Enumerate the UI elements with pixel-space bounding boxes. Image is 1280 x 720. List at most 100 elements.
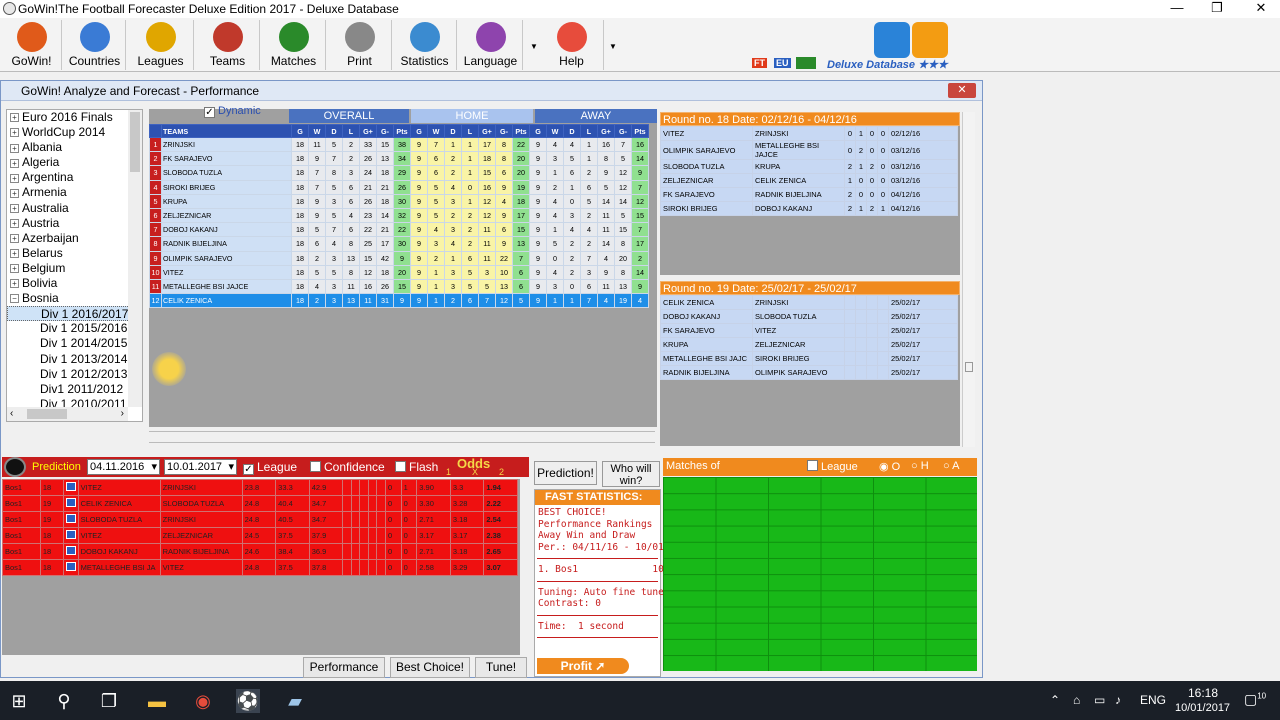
prediction-row[interactable]: Bos1 18 DOBOJ KAKANJ RADNIK BIJELJINA 24.6 38… xyxy=(2,543,518,560)
expand-icon[interactable]: + xyxy=(10,203,19,213)
battery-icon[interactable]: ▭ xyxy=(1094,693,1105,707)
minimize-button[interactable]: — xyxy=(1160,0,1194,18)
standings-row[interactable]: 9 OLIMPIK SARAJEVO 18 2 3 13 15 42 9 9 2 1 6 11 22 7 9 0 2… xyxy=(149,250,649,266)
toolbar-gowin-button[interactable]: GoWin! xyxy=(2,20,62,70)
analyze-close-button[interactable]: ✕ xyxy=(948,83,976,98)
fixture-row[interactable]: RADNIK BIJELJINA OLIMPIK SARAJEVO 25/02/17 xyxy=(660,365,958,380)
confidence-checkbox[interactable]: Confidence xyxy=(310,460,385,474)
toolbar-teams-button[interactable]: Teams xyxy=(196,20,260,70)
date-from-select[interactable]: 04.11.2016 ▾ xyxy=(87,459,160,475)
flash-checkbox[interactable]: Flash xyxy=(395,460,438,474)
toolbar-matches-button[interactable]: Matches xyxy=(262,20,326,70)
tree-item[interactable]: Div 1 2015/2016 xyxy=(7,321,142,336)
prediction-row[interactable]: Bos1 18 METALLEGHE BSI JA VITEZ 24.8 37.5 37.8… xyxy=(2,559,518,576)
tree-item[interactable]: + Euro 2016 Finals xyxy=(7,110,142,125)
fixture-row[interactable]: SLOBODA TUZLA KRUPA 2 1 2 0 03/12/16 xyxy=(660,159,958,174)
language-indicator[interactable]: ENG xyxy=(1140,693,1166,707)
matches-grid[interactable] xyxy=(663,477,977,671)
fixture-row[interactable]: SIROKI BRIJEG DOBOJ KAKANJ 2 1 2 1 04/12/16 xyxy=(660,201,958,216)
toolbar-print-button[interactable]: Print xyxy=(328,20,392,70)
tree-vertical-scrollbar[interactable] xyxy=(128,110,142,407)
fixture-row[interactable]: FK SARAJEVO VITEZ 25/02/17 xyxy=(660,323,958,338)
radio-a[interactable]: ○ A xyxy=(943,460,959,472)
fixture-row[interactable]: FK SARAJEVO RADNIK BIJELJINA 2 0 0 0 04/12/16 xyxy=(660,187,958,202)
toolbar-countries-button[interactable]: Countries xyxy=(64,20,126,70)
chevron-down-icon[interactable]: ▼ xyxy=(609,42,617,51)
volume-icon[interactable]: ♪ xyxy=(1115,693,1121,707)
expand-icon[interactable]: + xyxy=(10,143,19,153)
expand-icon[interactable]: + xyxy=(10,128,19,138)
chevron-down-icon[interactable]: ▼ xyxy=(530,42,538,51)
task-view-icon[interactable]: ❐ xyxy=(97,689,121,713)
maximize-button[interactable]: ❐ xyxy=(1200,0,1234,18)
expand-icon[interactable]: + xyxy=(10,234,19,244)
standings-row[interactable]: 5 KRUPA 18 9 3 6 26 18 30 9 5 3 1 12 4 18 9 4 0 5 14 14 12 xyxy=(149,193,649,209)
standings-row[interactable]: 11 METALLEGHE BSI JAJCE 18 4 3 11 16 26 15 9 1 3 5 5 1… xyxy=(149,278,649,295)
thumbs-up-icon[interactable] xyxy=(874,22,910,58)
fixture-row[interactable]: ZELJEZNICAR CELIK ZENICA 1 0 0 0 03/12/16 xyxy=(660,173,958,188)
chrome-icon[interactable]: ◉ xyxy=(191,689,215,713)
rounds-scrollbar[interactable] xyxy=(962,112,975,447)
matches-league-checkbox[interactable]: League xyxy=(807,460,858,473)
search-icon[interactable]: ⚲ xyxy=(52,689,76,713)
standings-row[interactable]: 1 ZRINJSKI 18 11 5 2 33 15 38 9 7 1 1 17 8 22 9 4 4 1 16 7 16 xyxy=(149,136,649,153)
toolbar-statistics-button[interactable]: Statistics xyxy=(393,20,457,70)
prediction-button[interactable]: Prediction! xyxy=(534,461,597,485)
league-checkbox[interactable]: ✓ League xyxy=(243,460,297,475)
tree-item[interactable]: Div 1 2012/2013 xyxy=(7,367,142,382)
expand-icon[interactable]: + xyxy=(10,264,19,274)
tab-overall[interactable]: OVERALL xyxy=(289,109,409,123)
standings-row[interactable]: 6 ZELJEZNICAR 18 9 5 4 23 14 32 9 5 2 2 12 9 17 9 4 3 2 11 5 1… xyxy=(149,207,649,224)
notification-icon[interactable]: ▢10 xyxy=(1244,691,1266,708)
tray-up-icon[interactable]: ⌃ xyxy=(1050,693,1060,707)
tree-item[interactable]: Div 1 2013/2014 xyxy=(7,352,142,367)
fixture-row[interactable]: DOBOJ KAKANJ SLOBODA TUZLA 25/02/17 xyxy=(660,309,958,324)
prediction-row[interactable]: Bos1 18 VITEZ ZELJEZNICAR 24.5 37.5 37.9 0 0 3.17… xyxy=(2,527,518,544)
standings-row[interactable]: 10 VITEZ 18 5 5 8 12 18 20 9 1 3 5 3 10 6 9 4 2 3 9 8 14 xyxy=(149,264,649,280)
date-to-select[interactable]: 10.01.2017 ▾ xyxy=(164,459,237,475)
tree-item[interactable]: − Bosnia xyxy=(7,291,142,306)
app-taskbar-icon[interactable]: ▰ xyxy=(283,689,307,713)
expand-icon[interactable]: + xyxy=(10,188,19,198)
tree-item[interactable]: + Algeria xyxy=(7,155,142,170)
fixture-row[interactable]: CELIK ZENICA ZRINJSKI 25/02/17 xyxy=(660,295,958,310)
tree-item[interactable]: Div1 2011/2012 xyxy=(7,382,142,397)
gowin-taskbar-icon[interactable]: ⚽ xyxy=(236,689,260,713)
standings-row[interactable]: 8 RADNIK BIJELJINA 18 6 4 8 25 17 30 9 3 4 2 11 9 13 9 5 2… xyxy=(149,236,649,252)
tree-item[interactable]: + Austria xyxy=(7,216,142,231)
standings-scrollbar[interactable] xyxy=(149,431,655,443)
clock-time[interactable]: 16:18 xyxy=(1188,686,1218,700)
prediction-row[interactable]: Bos1 19 CELIK ZENICA SLOBODA TUZLA 24.8 40.4 3… xyxy=(2,495,518,512)
tree-item[interactable]: + Belarus xyxy=(7,246,142,261)
tree-item[interactable]: + Belgium xyxy=(7,261,142,276)
windows-start-icon[interactable]: ⊞ xyxy=(7,689,31,713)
fixture-row[interactable]: KRUPA ZELJEZNICAR 25/02/17 xyxy=(660,337,958,352)
expand-icon[interactable]: + xyxy=(10,279,19,289)
radio-o[interactable]: ◉ O xyxy=(879,460,900,473)
tree-item[interactable]: + Argentina xyxy=(7,170,142,185)
standings-row[interactable]: 2 FK SARAJEVO 18 9 7 2 26 13 34 9 6 2 1 18 8 20 9 3 5 1 8 5 14 xyxy=(149,151,649,167)
tree-item[interactable]: + Albania xyxy=(7,140,142,155)
prediction-row[interactable]: Bos1 18 VITEZ ZRINJSKI 23.8 33.3 42.9 0 1 3.90 3.3… xyxy=(2,479,518,496)
fixture-row[interactable]: OLIMPIK SARAJEVO METALLEGHE BSI JAJCE 0 2 0 0… xyxy=(660,140,958,160)
tree-horizontal-scrollbar[interactable]: ‹ › xyxy=(7,407,128,421)
standings-row[interactable]: 4 SIROKI BRIJEG 18 7 5 6 21 21 26 9 5 4 0 16 9 19 9 2 1 6 5 1… xyxy=(149,179,649,195)
tab-tune[interactable]: Tune! xyxy=(475,657,527,678)
tree-item[interactable]: Div 1 2014/2015 xyxy=(7,336,142,351)
tree-item[interactable]: + Azerbaijan xyxy=(7,231,142,246)
toolbar-language-button[interactable]: Language xyxy=(459,20,523,70)
refresh-icon[interactable] xyxy=(912,22,948,58)
expand-icon[interactable]: + xyxy=(10,249,19,259)
tab-performance[interactable]: Performance xyxy=(303,657,385,678)
toolbar-leagues-button[interactable]: Leagues xyxy=(128,20,194,70)
clock-date[interactable]: 10/01/2017 xyxy=(1175,702,1230,714)
tree-item[interactable]: + Australia xyxy=(7,201,142,216)
tab-best-choice[interactable]: Best Choice! xyxy=(390,657,470,678)
tab-home[interactable]: HOME xyxy=(411,109,533,123)
who-will-win-button[interactable]: Who will win? xyxy=(602,461,660,487)
file-explorer-icon[interactable]: ▬ xyxy=(145,689,169,713)
network-icon[interactable]: ⌂ xyxy=(1073,693,1080,707)
tab-away[interactable]: AWAY xyxy=(535,109,657,123)
tree-item[interactable]: Div 1 2016/2017 xyxy=(7,306,142,322)
standings-row[interactable]: 12 CELIK ZENICA 18 2 3 13 11 31 9 9 1 2 6 7 12 5 9 1 1 7 4 19… xyxy=(149,293,649,309)
